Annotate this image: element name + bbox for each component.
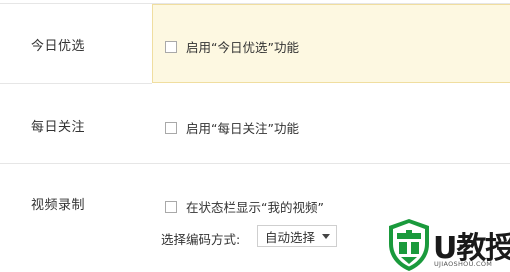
chevron-down-icon: [322, 234, 330, 239]
watermark-site: UJIAOSHOU.COM: [434, 260, 493, 268]
codec-selected-value: 自动选择: [265, 229, 316, 245]
row-label-daily-follow: 每日关注: [31, 120, 86, 135]
divider-2: [0, 163, 510, 164]
shield-logo-icon: [389, 219, 429, 271]
daily-pick-option-label: 启用“今日优选”功能: [186, 40, 299, 55]
option-show-my-video[interactable]: 在状态栏显示“我的视频”: [165, 197, 324, 216]
option-daily-pick[interactable]: 启用“今日优选”功能: [165, 37, 299, 56]
row-label-daily-pick: 今日优选: [31, 39, 86, 54]
daily-follow-checkbox[interactable]: [165, 121, 177, 134]
codec-select[interactable]: 自动选择: [257, 225, 337, 247]
codec-label: 选择编码方式:: [161, 232, 241, 247]
row-label-video-record: 视频录制: [31, 198, 86, 213]
option-daily-follow[interactable]: 启用“每日关注”功能: [165, 118, 299, 137]
watermark-logo: U教授 UJIAOSHOU.COM: [387, 218, 510, 272]
divider-1: [0, 83, 152, 84]
daily-follow-option-label: 启用“每日关注”功能: [186, 121, 299, 136]
show-my-video-option-label: 在状态栏显示“我的视频”: [186, 200, 324, 215]
daily-pick-checkbox[interactable]: [165, 40, 177, 53]
show-my-video-checkbox[interactable]: [165, 200, 177, 213]
